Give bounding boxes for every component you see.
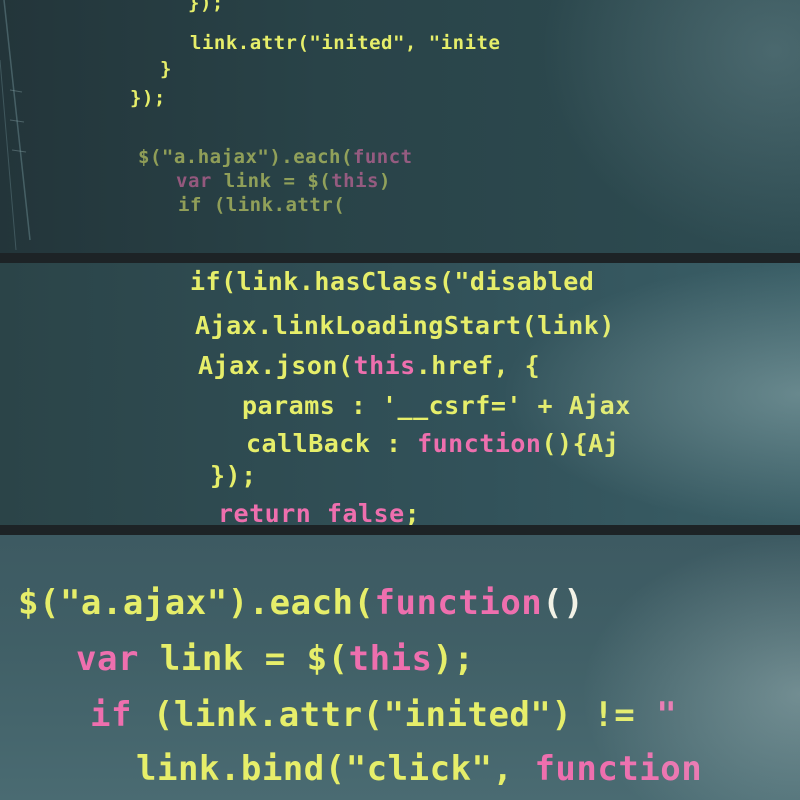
- code-line: return false;: [218, 499, 420, 525]
- code-token: this: [348, 639, 433, 679]
- code-line: link.attr("inited", "inite: [190, 32, 500, 54]
- code-token: $("a.ajax").each(: [18, 583, 375, 623]
- code-token: (): [542, 583, 585, 623]
- code-token: this: [331, 170, 379, 192]
- code-line: });: [210, 461, 257, 490]
- code-token: .href, {: [415, 351, 541, 380]
- code-token: if: [90, 695, 132, 735]
- code-line: callBack : function(){Aj: [246, 429, 619, 458]
- code-block-bottom: $("a.ajax").each(function() var link = $…: [0, 535, 800, 800]
- code-token: );: [432, 639, 475, 679]
- code-line: if(link.hasClass("disabled: [190, 267, 594, 296]
- code-line: });: [130, 87, 166, 109]
- code-line: var link = $(this): [176, 170, 391, 192]
- code-token: (){Aj: [541, 429, 620, 458]
- code-photo-collage: }); link.attr("inited", "inite } }); $("…: [0, 0, 800, 800]
- code-line: $("a.hajax").each(funct: [138, 146, 413, 168]
- code-token: (link.attr("inited") !=: [131, 695, 657, 735]
- code-token: link.attr("inited", "inite: [190, 32, 501, 54]
- code-token: var: [176, 170, 224, 192]
- code-token: return false: [218, 499, 405, 525]
- code-panel-middle: if(link.hasClass("disabled Ajax.linkLoad…: [0, 263, 800, 525]
- code-token: function: [417, 429, 542, 458]
- code-token: link.bind("click",: [136, 749, 535, 789]
- code-token: if(link.hasClass("disabled: [190, 267, 595, 296]
- code-token: funct: [352, 146, 413, 168]
- code-token: Ajax.json(: [198, 351, 354, 380]
- code-panel-bottom: $("a.ajax").each(function() var link = $…: [0, 535, 800, 800]
- code-token: link = $(: [159, 639, 349, 679]
- code-line: var link = $(this);: [76, 639, 474, 679]
- code-token: Ajax.linkLoadingStart(link): [195, 311, 615, 340]
- code-line: }: [160, 58, 172, 80]
- code-line: $("a.ajax").each(function(): [18, 583, 584, 623]
- code-token: ): [378, 170, 391, 192]
- code-token: this: [353, 351, 416, 380]
- code-line: Ajax.linkLoadingStart(link): [195, 311, 615, 340]
- code-line: Ajax.json(this.href, {: [198, 351, 540, 380]
- code-token: });: [210, 461, 257, 490]
- code-token: link = $(: [223, 170, 332, 192]
- code-block-top: }); link.attr("inited", "inite } }); $("…: [0, 0, 800, 253]
- code-token: });: [188, 0, 224, 14]
- code-token: ;: [404, 499, 421, 525]
- code-line: if (link.attr(: [178, 194, 345, 216]
- code-block-middle: if(link.hasClass("disabled Ajax.linkLoad…: [0, 263, 800, 525]
- code-token: ": [656, 695, 678, 735]
- code-panel-top: }); link.attr("inited", "inite } }); $("…: [0, 0, 800, 253]
- panel-divider: [0, 525, 800, 535]
- code-token: });: [130, 87, 166, 109]
- code-token: var: [76, 639, 160, 679]
- code-token: function: [374, 583, 543, 623]
- code-token: params : '__csrf=' + Ajax: [242, 391, 631, 420]
- code-token: function: [534, 749, 703, 789]
- panel-divider: [0, 253, 800, 263]
- code-token: if (link.attr(: [178, 194, 346, 216]
- code-token: $("a.hajax").each(: [138, 146, 353, 168]
- code-line: });: [188, 0, 224, 14]
- code-line: link.bind("click", function: [136, 749, 702, 789]
- code-token: callBack :: [246, 429, 418, 458]
- code-line: if (link.attr("inited") != ": [90, 695, 677, 735]
- code-token: }: [160, 58, 172, 80]
- code-line: params : '__csrf=' + Ajax: [242, 391, 631, 420]
